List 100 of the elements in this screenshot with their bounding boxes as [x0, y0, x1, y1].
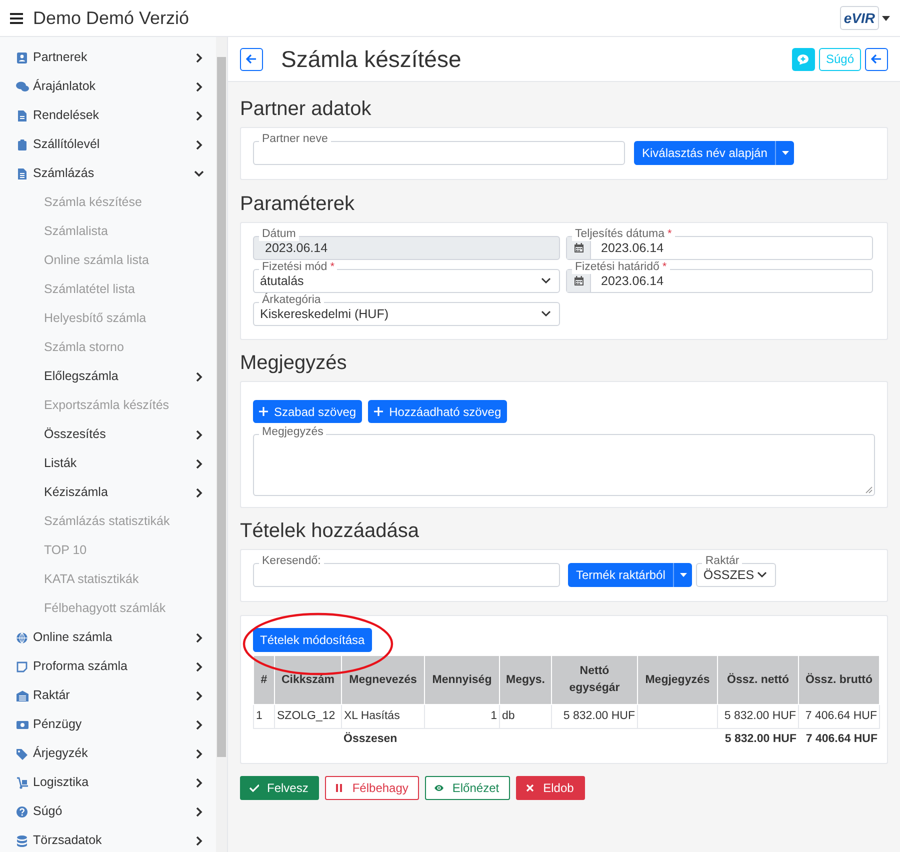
action-button[interactable]: Eldob	[516, 776, 585, 800]
sidebar-item[interactable]: Logisztika	[0, 768, 216, 797]
table-cell: XL Hasítás	[342, 704, 424, 728]
scrollbar-thumb[interactable]	[217, 57, 226, 757]
chevron-right-icon	[194, 372, 204, 382]
caret-button[interactable]	[775, 141, 794, 165]
speech-bubble-icon	[797, 54, 810, 64]
chevron-right-icon	[194, 662, 204, 672]
field-label: Raktár	[705, 555, 740, 568]
document-icon	[16, 168, 29, 180]
select-field[interactable]: átutalás	[253, 269, 560, 293]
calendar-icon	[574, 276, 584, 286]
chevron-right-icon	[194, 748, 204, 758]
column-header: Mennyiség	[424, 656, 500, 704]
section-heading: Paraméterek	[240, 192, 356, 216]
caret-button[interactable]	[673, 563, 692, 587]
chat-bubbles-icon	[16, 80, 29, 92]
database-icon	[16, 834, 29, 846]
chevron-right-icon	[194, 690, 204, 700]
globe-icon	[16, 632, 29, 644]
date-field[interactable]: 2023.06.14	[566, 269, 873, 293]
add-text-button[interactable]: Hozzáadható szöveg	[368, 400, 508, 423]
chevron-down-icon	[541, 309, 551, 319]
table-cell: 1	[424, 704, 500, 728]
sidebar-item[interactable]: Árjegyzék	[0, 739, 216, 768]
note-icon	[16, 660, 29, 672]
page-title: Számla készítése	[281, 44, 462, 74]
select-field[interactable]: ÖSSZES	[696, 563, 776, 587]
clipboard-icon	[16, 138, 29, 150]
arrow-left-icon	[246, 54, 257, 64]
chevron-down-icon	[541, 276, 551, 286]
sidebar-item[interactable]: Pénzügy	[0, 710, 216, 739]
sidebar-item[interactable]: Előlegszámla	[0, 362, 216, 391]
menu-icon[interactable]	[10, 12, 23, 24]
input-field[interactable]	[253, 563, 560, 587]
document-icon	[16, 110, 29, 122]
action-button[interactable]: Félbehagy	[325, 776, 420, 800]
sidebar-item[interactable]: Raktár	[0, 681, 216, 710]
chevron-right-icon	[194, 82, 204, 92]
logo[interactable]: eVIR	[840, 6, 879, 30]
column-header: #	[254, 656, 274, 704]
sidebar-item[interactable]: Törzsadatok	[0, 826, 216, 852]
section-heading: Partner adatok	[240, 97, 372, 121]
table-cell: SZOLG_12	[274, 704, 342, 728]
warehouse-icon	[16, 690, 29, 702]
chevron-down-icon	[194, 168, 204, 178]
tag-icon	[16, 748, 29, 760]
table-cell: 5 832.00 HUF	[552, 704, 638, 728]
chevron-right-icon	[194, 110, 204, 120]
field-label: Partner neve	[262, 133, 328, 146]
column-header: Megjegyzés	[638, 656, 718, 704]
help-icon	[16, 806, 29, 818]
chevron-right-icon	[194, 458, 204, 468]
dropdown-button[interactable]: Termék raktárból	[568, 563, 674, 587]
table-cell: 7 406.64 HUF	[798, 704, 880, 728]
column-header: Nettó egységár	[552, 656, 638, 704]
sidebar-item[interactable]: Összesítés	[0, 420, 216, 449]
caret-icon	[782, 151, 789, 155]
sidebar-item[interactable]: Proforma számla	[0, 652, 216, 681]
add-text-button[interactable]: Szabad szöveg	[253, 400, 362, 423]
sidebar-item[interactable]: Szállítólevél	[0, 130, 216, 159]
table-cell: 5 832.00 HUF	[718, 704, 798, 728]
calendar-icon	[574, 243, 584, 253]
dropdown-button[interactable]: Kiválasztás név alapján	[634, 141, 776, 165]
total-label: Összesen	[342, 728, 424, 750]
column-header: Össz. bruttó	[798, 656, 880, 704]
input-field: 2023.06.14	[253, 236, 560, 260]
chevron-right-icon	[194, 632, 204, 642]
app-title: Demo Demó Verzió	[33, 6, 190, 30]
caret-icon	[680, 573, 687, 577]
section-heading: Tételek hozzáadása	[240, 519, 420, 543]
sidebar-item[interactable]: Listák	[0, 449, 216, 478]
input-field[interactable]	[253, 141, 625, 165]
column-header: Össz. nettó	[718, 656, 798, 704]
sidebar-item[interactable]: Rendelések	[0, 101, 216, 130]
edit-items-button[interactable]: Tételek módosítása	[253, 628, 372, 652]
plus-icon	[374, 407, 384, 416]
field-label: Megjegyzés	[259, 426, 326, 439]
action-button[interactable]: Felvesz	[240, 776, 320, 800]
sidebar-item[interactable]: Árajánlatok	[0, 72, 216, 101]
sidebar-item[interactable]: Partnerek	[0, 43, 216, 72]
comment-button[interactable]	[792, 48, 815, 70]
back-button[interactable]	[240, 48, 263, 70]
chevron-right-icon	[194, 430, 204, 440]
hand-truck-icon	[16, 776, 29, 788]
back-button[interactable]	[865, 48, 888, 70]
action-button[interactable]: Előnézet	[425, 776, 510, 800]
sidebar-item[interactable]: Online számla	[0, 623, 216, 652]
eye-icon	[434, 782, 444, 792]
caret-icon[interactable]	[882, 16, 890, 20]
chevron-right-icon	[194, 52, 204, 62]
sidebar-item[interactable]: Kéziszámla	[0, 478, 216, 507]
field-label: Keresendő:	[262, 555, 321, 568]
contact-card-icon	[16, 52, 29, 64]
sidebar-item[interactable]: Súgó	[0, 797, 216, 826]
arrow-left-icon	[871, 54, 882, 64]
chevron-right-icon	[194, 140, 204, 150]
resize-grip-icon[interactable]	[865, 486, 873, 494]
sidebar-item[interactable]: Számlázás	[0, 159, 216, 188]
scrollbar[interactable]	[216, 37, 228, 852]
